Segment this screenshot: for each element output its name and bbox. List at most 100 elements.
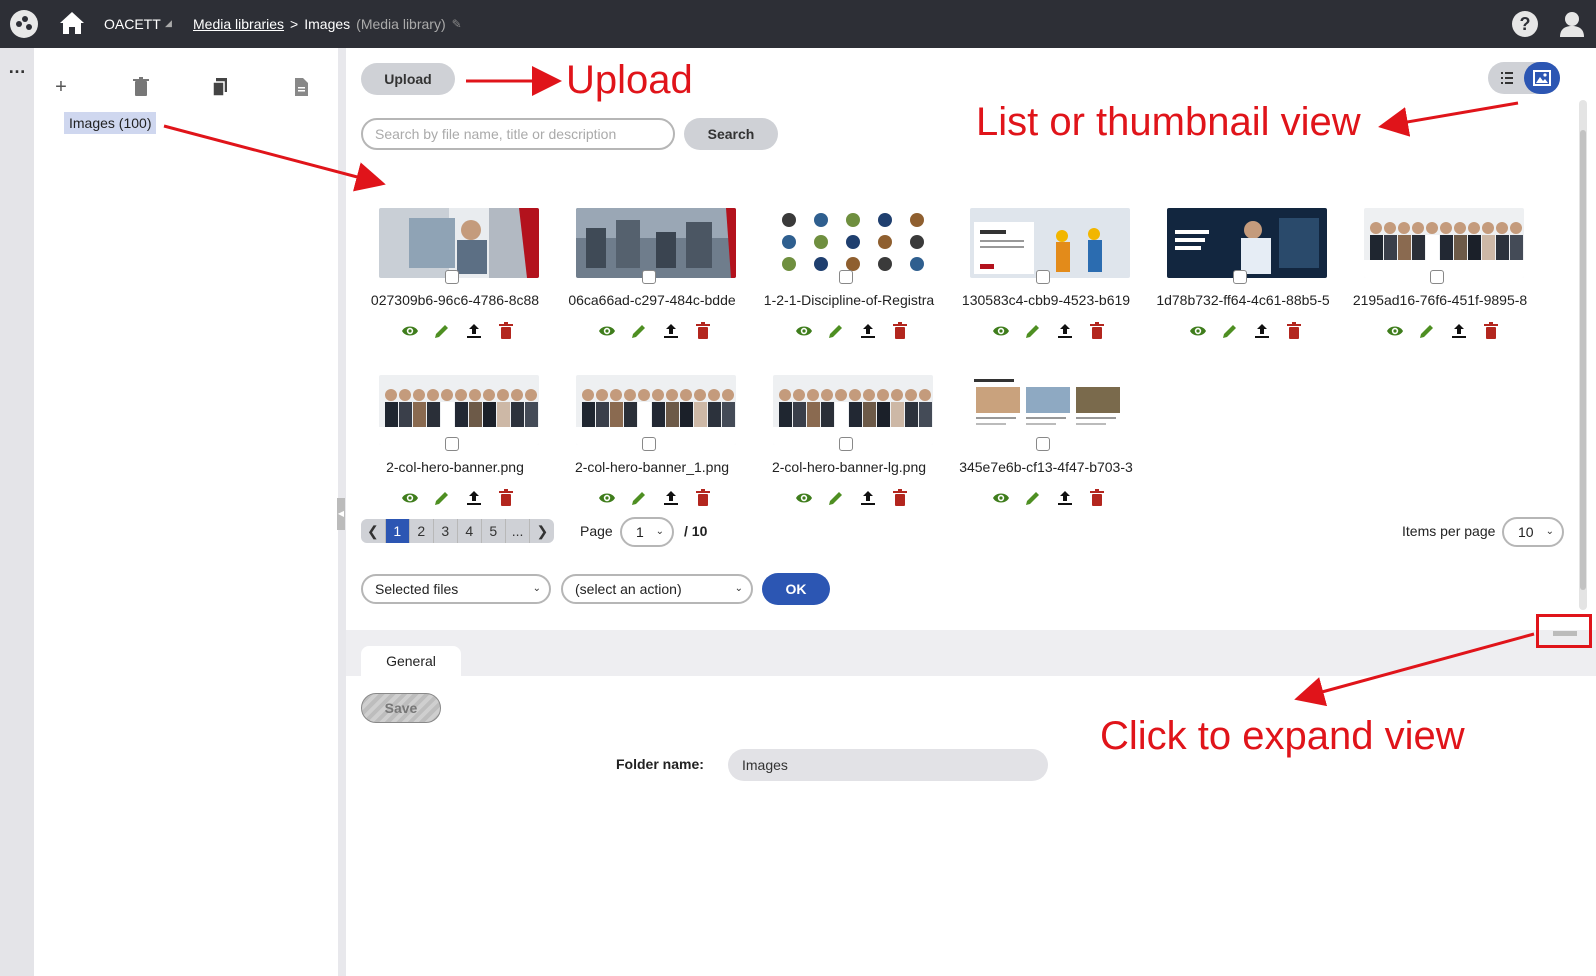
delete-icon[interactable] — [497, 322, 515, 340]
file-card[interactable]: 1-2-1-Discipline-of-Registra — [755, 200, 935, 350]
view-icon[interactable] — [1189, 322, 1207, 340]
bulk-action-select[interactable]: (select an action) ⌄ — [561, 574, 753, 604]
app-logo-icon[interactable] — [10, 10, 38, 38]
tab-general[interactable]: General — [361, 646, 461, 677]
file-card[interactable]: 2-col-hero-banner_1.png — [558, 367, 738, 517]
file-thumbnail[interactable] — [576, 375, 736, 445]
upload-file-icon[interactable] — [1056, 322, 1074, 340]
file-scope-select[interactable]: Selected files ⌄ — [361, 574, 551, 604]
site-switcher[interactable]: OACETT — [104, 16, 161, 32]
upload-file-icon[interactable] — [465, 322, 483, 340]
view-icon[interactable] — [401, 489, 419, 507]
list-view-icon[interactable] — [1494, 66, 1520, 90]
search-button[interactable]: Search — [684, 118, 778, 150]
view-icon[interactable] — [992, 322, 1010, 340]
view-icon[interactable] — [795, 322, 813, 340]
site-caret-icon[interactable]: ◢ — [165, 18, 172, 29]
file-thumbnail[interactable] — [970, 208, 1130, 278]
breadcrumb-media-libraries[interactable]: Media libraries — [193, 16, 284, 32]
edit-icon[interactable] — [433, 489, 451, 507]
view-icon[interactable] — [401, 322, 419, 340]
add-folder-icon[interactable]: + — [50, 76, 72, 98]
files-scrollbar[interactable] — [1579, 100, 1587, 610]
view-icon[interactable] — [1386, 322, 1404, 340]
file-checkbox[interactable] — [642, 437, 656, 451]
file-checkbox[interactable] — [445, 437, 459, 451]
page-2-button[interactable]: 2 — [409, 519, 434, 543]
delete-icon[interactable] — [891, 322, 909, 340]
user-icon[interactable] — [1558, 10, 1586, 38]
file-thumbnail[interactable] — [773, 208, 933, 278]
file-thumbnail[interactable] — [379, 208, 539, 278]
edit-icon[interactable] — [1221, 322, 1239, 340]
file-card[interactable]: 1d78b732-ff64-4c61-88b5-5 — [1149, 200, 1330, 350]
page-5-button[interactable]: 5 — [481, 519, 506, 543]
delete-icon[interactable] — [1088, 489, 1106, 507]
view-icon[interactable] — [598, 489, 616, 507]
file-card[interactable]: 06ca66ad-c297-484c-bdde — [558, 200, 738, 350]
upload-file-icon[interactable] — [859, 489, 877, 507]
upload-file-icon[interactable] — [1056, 489, 1074, 507]
page-1-button[interactable]: 1 — [385, 519, 410, 543]
file-checkbox[interactable] — [1233, 270, 1247, 284]
file-checkbox[interactable] — [445, 270, 459, 284]
edit-icon[interactable] — [1418, 322, 1436, 340]
file-thumbnail[interactable] — [773, 375, 933, 445]
file-card[interactable]: 345e7e6b-cf13-4f47-b703-3 — [952, 367, 1133, 517]
search-input[interactable] — [361, 118, 675, 150]
delete-icon[interactable] — [1088, 322, 1106, 340]
upload-file-icon[interactable] — [465, 489, 483, 507]
prev-page-button[interactable]: ❮ — [361, 519, 386, 543]
file-checkbox[interactable] — [1036, 437, 1050, 451]
delete-icon[interactable] — [1285, 322, 1303, 340]
delete-icon[interactable] — [694, 322, 712, 340]
items-per-page-select[interactable]: 10 ⌄ — [1502, 517, 1564, 547]
edit-icon[interactable] — [827, 489, 845, 507]
upload-file-icon[interactable] — [1253, 322, 1271, 340]
file-checkbox[interactable] — [1430, 270, 1444, 284]
copy-icon[interactable] — [210, 76, 232, 98]
view-icon[interactable] — [795, 489, 813, 507]
file-checkbox[interactable] — [839, 437, 853, 451]
file-card[interactable]: 2-col-hero-banner.png — [361, 367, 541, 517]
next-page-button[interactable]: ❯ — [530, 519, 555, 543]
file-thumbnail[interactable] — [1167, 208, 1327, 278]
document-icon[interactable] — [290, 76, 312, 98]
expand-view-handle[interactable] — [1536, 614, 1592, 648]
file-card[interactable]: 027309b6-96c6-4786-8c88 — [361, 200, 541, 350]
pin-icon[interactable]: ✎ — [452, 17, 462, 31]
upload-button[interactable]: Upload — [361, 63, 455, 95]
page-3-button[interactable]: 3 — [433, 519, 458, 543]
edit-icon[interactable] — [630, 322, 648, 340]
file-thumbnail[interactable] — [379, 375, 539, 445]
help-icon[interactable]: ? — [1512, 11, 1538, 37]
delete-icon[interactable] — [497, 489, 515, 507]
file-card[interactable]: 2-col-hero-banner-lg.png — [755, 367, 935, 517]
upload-file-icon[interactable] — [1450, 322, 1468, 340]
view-icon[interactable] — [992, 489, 1010, 507]
home-icon[interactable] — [58, 10, 86, 36]
edit-icon[interactable] — [433, 322, 451, 340]
file-thumbnail[interactable] — [576, 208, 736, 278]
upload-file-icon[interactable] — [662, 489, 680, 507]
delete-icon[interactable] — [694, 489, 712, 507]
folder-name-field[interactable]: Images — [728, 749, 1048, 781]
folder-images[interactable]: Images (100) — [64, 112, 157, 134]
file-card[interactable]: 2195ad16-76f6-451f-9895-8 — [1346, 200, 1527, 350]
edit-icon[interactable] — [1024, 489, 1042, 507]
upload-file-icon[interactable] — [859, 322, 877, 340]
page-select[interactable]: 1 ⌄ — [620, 517, 674, 547]
delete-icon[interactable] — [891, 489, 909, 507]
edit-icon[interactable] — [630, 489, 648, 507]
page-4-button[interactable]: 4 — [457, 519, 482, 543]
upload-file-icon[interactable] — [662, 322, 680, 340]
more-pages-button[interactable]: ... — [505, 519, 531, 543]
edit-icon[interactable] — [1024, 322, 1042, 340]
view-icon[interactable] — [598, 322, 616, 340]
file-card[interactable]: 130583c4-cbb9-4523-b619 — [952, 200, 1132, 350]
file-thumbnail[interactable] — [970, 375, 1130, 445]
edit-icon[interactable] — [827, 322, 845, 340]
file-checkbox[interactable] — [642, 270, 656, 284]
delete-folder-icon[interactable] — [130, 76, 152, 98]
delete-icon[interactable] — [1482, 322, 1500, 340]
